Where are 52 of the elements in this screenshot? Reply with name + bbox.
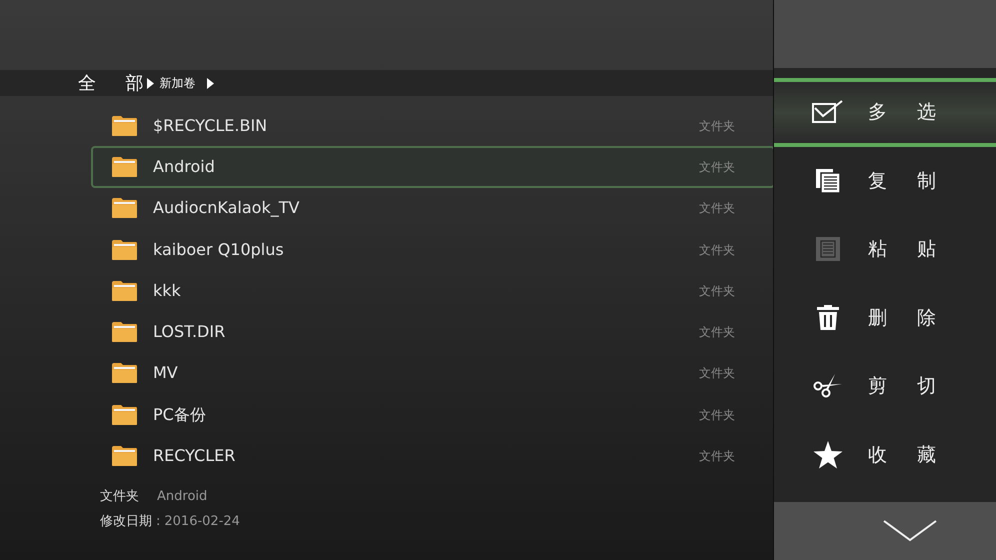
detail-value: 2016-02-24 bbox=[164, 513, 240, 532]
file-type: 文件夹 bbox=[699, 365, 735, 382]
file-row[interactable]: MV 文件夹 bbox=[91, 352, 775, 394]
file-row[interactable]: kaiboer Q10plus 文件夹 bbox=[91, 228, 775, 270]
file-type: 文件夹 bbox=[699, 282, 735, 300]
menu-item[interactable]: 收 藏 bbox=[774, 420, 996, 489]
file-type: 文件夹 bbox=[699, 406, 735, 424]
menu-item[interactable]: 删 除 bbox=[774, 284, 996, 352]
file-name: MV bbox=[153, 362, 178, 384]
file-name: kkk bbox=[153, 280, 181, 302]
file-row[interactable]: RECYCLER 文件夹 bbox=[91, 435, 775, 477]
folder-icon bbox=[111, 280, 138, 302]
file-type: 文件夹 bbox=[699, 324, 735, 342]
folder-icon bbox=[111, 404, 138, 426]
folder-icon bbox=[111, 445, 138, 468]
file-row[interactable]: PC备份 文件夹 bbox=[91, 394, 775, 436]
caret-icon bbox=[206, 78, 214, 88]
file-row[interactable]: kkk 文件夹 bbox=[91, 270, 775, 312]
menu-item[interactable]: 多 选 bbox=[774, 78, 996, 146]
file-name: PC备份 bbox=[153, 404, 206, 426]
chevron-down-icon bbox=[883, 520, 937, 542]
menu-item[interactable]: 复 制 bbox=[774, 146, 996, 215]
file-name: $RECYCLE.BIN bbox=[153, 114, 268, 137]
file-name: RECYCLER bbox=[153, 445, 236, 468]
file-name: AudiocnKalaok_TV bbox=[153, 197, 300, 220]
file-row[interactable]: Android 文件夹 bbox=[91, 146, 775, 188]
folder-icon bbox=[111, 238, 138, 261]
detail-value: Android bbox=[157, 488, 208, 506]
folder-icon bbox=[111, 321, 138, 344]
folder-icon bbox=[111, 362, 138, 384]
breadcrumb-item[interactable]: 新加卷 bbox=[160, 74, 196, 92]
file-type: 文件夹 bbox=[699, 448, 735, 466]
file-name: LOST.DIR bbox=[153, 321, 226, 344]
folder-icon bbox=[111, 114, 138, 137]
file-type: 文件夹 bbox=[699, 200, 735, 218]
file-type: 文件夹 bbox=[699, 118, 735, 135]
file-row[interactable]: $RECYCLE.BIN 文件夹 bbox=[91, 105, 775, 146]
caret-icon bbox=[146, 78, 154, 88]
breadcrumb-root[interactable]: 全 部 bbox=[78, 70, 144, 96]
file-type: 文件夹 bbox=[699, 242, 735, 259]
file-row[interactable]: LOST.DIR 文件夹 bbox=[91, 311, 775, 353]
file-type: 文件夹 bbox=[699, 158, 735, 176]
file-name: Android bbox=[153, 156, 215, 178]
scroll-down-button[interactable] bbox=[774, 502, 996, 560]
file-row[interactable]: AudiocnKalaok_TV 文件夹 bbox=[91, 188, 775, 229]
folder-icon bbox=[111, 156, 138, 178]
menu-item[interactable]: 剪 切 bbox=[774, 352, 996, 420]
detail-label: 修改日期 bbox=[100, 513, 152, 532]
folder-icon bbox=[111, 197, 138, 220]
detail-separator: : bbox=[156, 513, 160, 532]
detail-label: 文件夹 bbox=[100, 488, 139, 506]
file-name: kaiboer Q10plus bbox=[153, 238, 284, 261]
